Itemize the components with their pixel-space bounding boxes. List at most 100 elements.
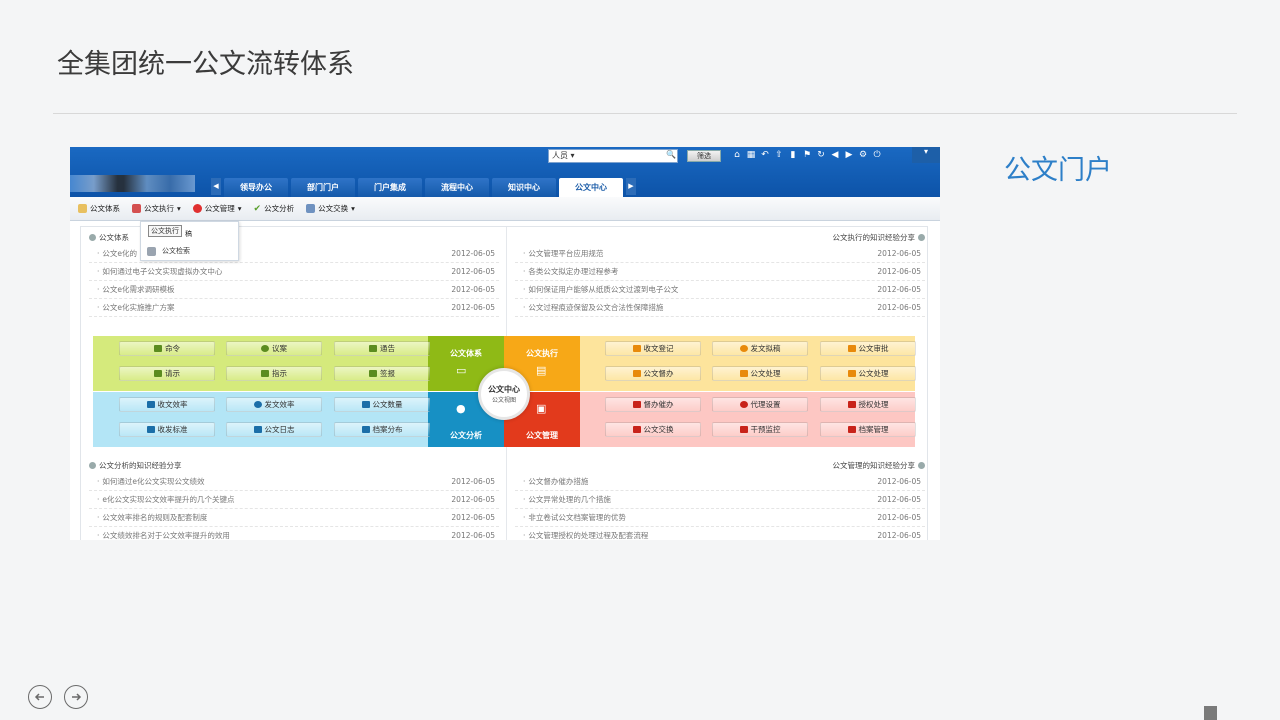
btn-notice[interactable]: 通告: [334, 341, 430, 356]
grid-icon[interactable]: ▦: [746, 150, 756, 160]
btn-authorization[interactable]: 授权处理: [820, 397, 916, 412]
tab-knowledge-center[interactable]: 知识中心: [492, 178, 556, 197]
hub-label: 公文管理: [526, 431, 558, 440]
gear-icon[interactable]: ⚙: [858, 150, 868, 160]
btn-intervene-monitor[interactable]: 干预监控: [712, 422, 808, 437]
arrow-right-icon: [72, 693, 82, 701]
panel-header: 公文执行的知识经验分享: [515, 229, 925, 245]
btn-document-log[interactable]: 公文日志: [226, 422, 322, 437]
btn-archive-distribution[interactable]: 档案分布: [334, 422, 430, 437]
btn-command[interactable]: 命令: [119, 341, 215, 356]
previous-slide-button[interactable]: [28, 685, 52, 709]
send-icon: [632, 345, 641, 352]
list-item[interactable]: 如何通过电子公文实现虚拟办文中心 2012-06-05: [89, 263, 499, 281]
toolbar-document-analysis[interactable]: ✔ 公文分析: [254, 203, 295, 214]
list-item[interactable]: 公文管理平台应用规范 2012-06-05: [515, 245, 925, 263]
list-item[interactable]: 公文异常处理的几个措施 2012-06-05: [515, 491, 925, 509]
toolbar-document-exchange[interactable]: 公文交换 ▾: [306, 203, 355, 214]
filter-button[interactable]: 筛选: [687, 150, 721, 162]
slide-title: 全集团统一公文流转体系: [57, 49, 354, 80]
btn-label: 议案: [272, 344, 287, 353]
tab-portal-integration[interactable]: 门户集成: [358, 178, 422, 197]
tag-icon: [739, 426, 748, 433]
dropdown-item-search[interactable]: 公文检索: [147, 246, 190, 256]
chevron-down-icon[interactable]: ▾: [912, 147, 940, 163]
side-label: 公文门户: [1004, 155, 1112, 186]
btn-request[interactable]: 请示: [119, 366, 215, 381]
btn-document-supervise[interactable]: 公文督办: [605, 366, 701, 381]
list-item[interactable]: 公文效率排名的规则及配套制度 2012-06-05: [89, 509, 499, 527]
btn-send-receive-standard[interactable]: 收发标准: [119, 422, 215, 437]
list-item[interactable]: 公文e化需求调研模板 2012-06-05: [89, 281, 499, 299]
tab-document-center[interactable]: 公文中心: [559, 178, 623, 197]
monitor-icon: ▭: [456, 364, 467, 377]
chat-icon: [847, 401, 856, 408]
toolbar-label: 公文分析: [264, 204, 295, 213]
btn-report[interactable]: 签报: [334, 366, 430, 381]
btn-document-process[interactable]: 公文处理: [712, 366, 808, 381]
power-icon[interactable]: ⏻: [872, 150, 882, 160]
list-item[interactable]: 公文e化实施推广方案 2012-06-05: [89, 299, 499, 317]
tab-process-center[interactable]: 流程中心: [425, 178, 489, 197]
send-icon: [632, 401, 641, 408]
btn-proxy-setting[interactable]: 代理设置: [712, 397, 808, 412]
btn-label: 档案分布: [372, 425, 403, 434]
undo-icon[interactable]: ↶: [760, 150, 770, 160]
btn-instruction[interactable]: 指示: [226, 366, 322, 381]
tab-scroll-left-icon[interactable]: ◀: [211, 178, 221, 195]
app-top-bar: 人员 ▾ 🔍 筛选 ⌂ ▦ ↶ ⇧ ▮ ⚑ ↻ ◀ ▶ ⚙ ⏻ ▾ ◀ 领导办公…: [70, 147, 940, 197]
list-item[interactable]: 各类公文拟定办理过程参考 2012-06-05: [515, 263, 925, 281]
toolbar-document-manage[interactable]: 公文管理 ▾: [192, 203, 242, 214]
book-icon[interactable]: ▮: [788, 150, 798, 160]
document-center-hub[interactable]: 公文中心 公文视图: [478, 368, 530, 420]
btn-receive-register[interactable]: 收文登记: [605, 341, 701, 356]
list-item[interactable]: 如何保证用户能够从纸质公文过渡到电子公文 2012-06-05: [515, 281, 925, 299]
search-icon[interactable]: 🔍: [666, 150, 676, 159]
btn-receive-efficiency[interactable]: 收文效率: [119, 397, 215, 412]
btn-document-exchange[interactable]: 公文交换: [605, 422, 701, 437]
stack-icon: [847, 426, 856, 433]
tab-department-portal[interactable]: 部门门户: [291, 178, 355, 197]
item-title: 如何通过e化公文实现公文绩效: [97, 476, 204, 487]
star-icon: [146, 426, 155, 433]
search-value: 人员: [552, 151, 568, 160]
refresh-icon[interactable]: ↻: [816, 150, 826, 160]
home-icon[interactable]: ⌂: [732, 150, 742, 160]
bullet-icon: [89, 233, 96, 241]
btn-document-approval[interactable]: 公文审批: [820, 341, 916, 356]
tab-scroll-right-icon[interactable]: ▶: [626, 178, 636, 195]
next-slide-button[interactable]: [64, 685, 88, 709]
dropdown-item-label: 公文检索: [162, 247, 190, 255]
stack-icon: [361, 426, 370, 433]
item-title: 公文过程痕迹保留及公文合法性保障措施: [523, 302, 663, 313]
btn-label: 命令: [165, 344, 180, 353]
btn-document-process-2[interactable]: 公文处理: [820, 366, 916, 381]
list-item[interactable]: 公文过程痕迹保留及公文合法性保障措施 2012-06-05: [515, 299, 925, 317]
upload-icon[interactable]: ⇧: [774, 150, 784, 160]
list-item[interactable]: 公文绩效排名对于公文效率提升的效用 2012-06-05: [89, 527, 499, 540]
btn-send-efficiency[interactable]: 发文效率: [226, 397, 322, 412]
btn-motion[interactable]: 议案: [226, 341, 322, 356]
search-input[interactable]: 人员 ▾: [548, 149, 678, 163]
list-item[interactable]: 公文督办催办措施 2012-06-05: [515, 473, 925, 491]
list-item[interactable]: 如何通过e化公文实现公文绩效 2012-06-05: [89, 473, 499, 491]
bullet-icon: [89, 461, 96, 469]
forward-icon[interactable]: ▶: [844, 150, 854, 160]
item-title: 如何保证用户能够从纸质公文过渡到电子公文: [523, 284, 678, 295]
btn-document-count[interactable]: 公文数量: [334, 397, 430, 412]
btn-label: 收文效率: [157, 400, 188, 409]
list-item[interactable]: 非立卷试公文档案管理的优势 2012-06-05: [515, 509, 925, 527]
btn-urge[interactable]: 督办催办: [605, 397, 701, 412]
toolbar-document-execute[interactable]: 公文执行 ▾: [132, 203, 181, 214]
btn-archive-management[interactable]: 档案管理: [820, 422, 916, 437]
module-grid: 公文体系 ▭ 公文执行 ▤ ● 公文分析 ▣ 公文管理 公文中心 公文视图 命令 议案 通…: [93, 336, 916, 447]
tab-leader-office[interactable]: 领导办公: [224, 178, 288, 197]
back-icon[interactable]: ◀: [830, 150, 840, 160]
toolbar-document-system[interactable]: 公文体系: [78, 203, 120, 214]
dropdown-item-draft[interactable]: 稿: [185, 229, 192, 239]
list-item[interactable]: 公文管理授权的处理过程及配套流程 2012-06-05: [515, 527, 925, 540]
list-item[interactable]: e化公文实现公文效率提升的几个关键点 2012-06-05: [89, 491, 499, 509]
btn-send-draft[interactable]: 发文拟稿: [712, 341, 808, 356]
flag-icon[interactable]: ⚑: [802, 150, 812, 160]
item-date: 2012-06-05: [877, 285, 921, 294]
